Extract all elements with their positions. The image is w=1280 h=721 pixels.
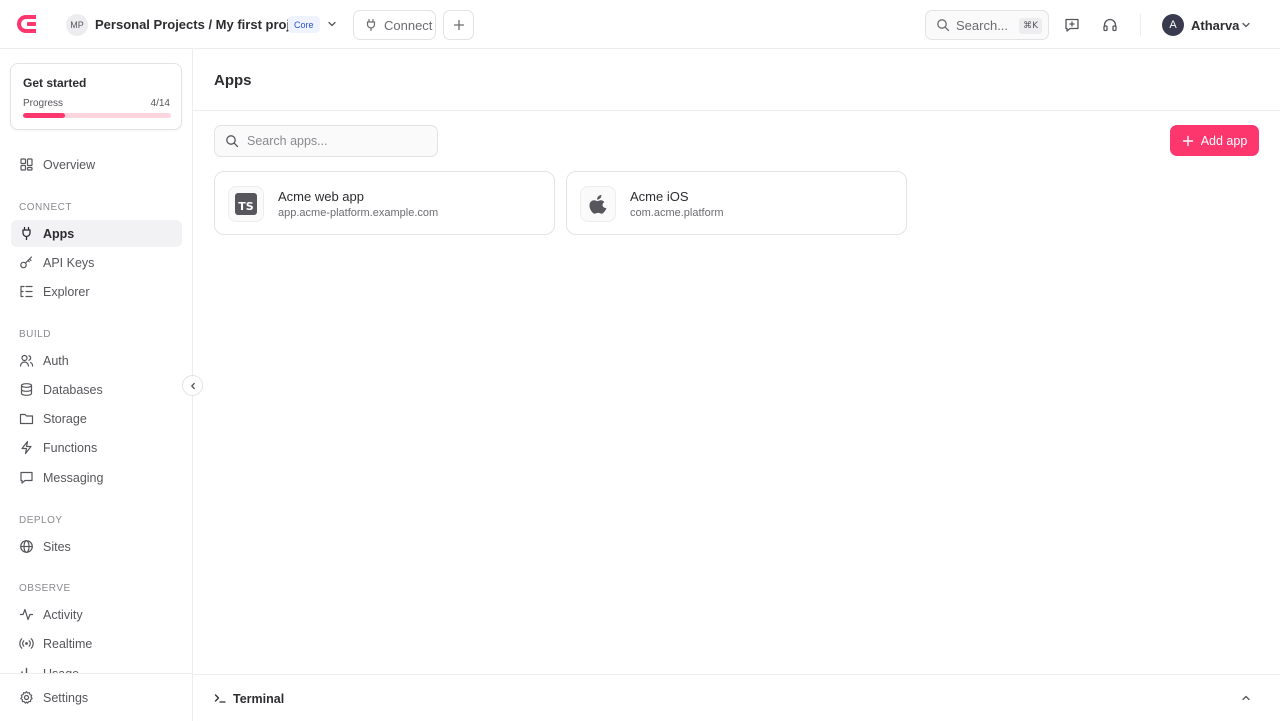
sidebar-item-databases[interactable]: Databases xyxy=(11,376,182,403)
global-search-button[interactable]: Search... ⌘K xyxy=(925,10,1049,40)
app-platform-badge xyxy=(580,186,616,222)
plus-icon xyxy=(453,19,464,31)
sidebar-item-settings[interactable]: Settings xyxy=(11,684,182,711)
folder-icon xyxy=(19,413,34,425)
gear-icon xyxy=(20,690,33,704)
page-title: Apps xyxy=(214,72,252,89)
sidebar-item-overview[interactable]: Overview xyxy=(11,151,182,178)
search-icon xyxy=(226,135,239,148)
project-breadcrumb[interactable]: Personal Projects / My first project xyxy=(95,17,309,32)
progress-label: Progress xyxy=(23,98,64,109)
sidebar-item-activity[interactable]: Activity xyxy=(11,601,182,628)
add-button[interactable] xyxy=(443,10,474,40)
app-card[interactable]: Acme iOS com.acme.platform xyxy=(566,171,907,235)
app-search-input[interactable] xyxy=(247,134,417,148)
apple-icon xyxy=(589,195,607,214)
sidebar-item-label: Databases xyxy=(43,382,103,397)
sidebar-item-functions[interactable]: Functions xyxy=(11,434,182,461)
search-shortcut: ⌘K xyxy=(1019,18,1042,34)
sidebar-item-label: Apps xyxy=(43,226,75,241)
key-icon xyxy=(20,256,33,269)
chevron-left-icon xyxy=(190,382,195,389)
main-content: Apps Add app TS Acme web app app.acme-pl… xyxy=(193,49,1280,673)
get-started-title: Get started xyxy=(23,76,87,90)
global-search-label: Search... xyxy=(956,17,1009,33)
sidebar-item-label: Storage xyxy=(43,411,87,426)
list-tree-icon xyxy=(20,285,33,298)
top-bar: MP Personal Projects / My first project … xyxy=(0,0,1280,49)
sidebar-item-label: Auth xyxy=(43,353,69,368)
search-icon xyxy=(937,19,950,32)
sidebar-item-label: API Keys xyxy=(43,255,95,270)
sidebar-item-label: Sites xyxy=(43,539,71,554)
user-avatar[interactable]: A xyxy=(1162,14,1184,36)
activity-icon xyxy=(19,608,34,621)
section-deploy: DEPLOY xyxy=(19,515,63,526)
terminal-label: Terminal xyxy=(233,692,285,706)
sidebar-item-auth[interactable]: Auth xyxy=(11,347,182,374)
database-icon xyxy=(20,383,33,396)
sidebar-item-apps[interactable]: Apps xyxy=(11,220,182,247)
sidebar-item-api-keys[interactable]: API Keys xyxy=(11,249,182,276)
svg-text:TS: TS xyxy=(238,200,254,213)
progress-bar xyxy=(23,113,171,118)
sidebar-item-explorer[interactable]: Explorer xyxy=(11,278,182,305)
plug-icon xyxy=(22,226,31,241)
page-header: Apps xyxy=(193,49,1280,111)
progress-bar-fill xyxy=(23,113,66,118)
app-name: Acme web app xyxy=(278,189,364,204)
feedback-icon[interactable] xyxy=(1063,16,1081,34)
get-started-card[interactable]: Get started Progress 4/14 xyxy=(10,63,182,130)
add-app-label: Add app xyxy=(1200,133,1248,148)
tier-badge: Core xyxy=(288,16,320,33)
message-icon xyxy=(20,471,33,484)
brand-logo-icon[interactable] xyxy=(14,13,38,35)
sidebar-item-label: Activity xyxy=(43,607,83,622)
sidebar-item-storage[interactable]: Storage xyxy=(11,405,182,432)
plus-icon xyxy=(1182,135,1193,146)
sidebar-item-messaging[interactable]: Messaging xyxy=(11,464,182,491)
connect-label: Connect xyxy=(384,17,433,33)
progress-count: 4/14 xyxy=(150,98,170,109)
section-build: BUILD xyxy=(19,329,51,340)
terminal-panel[interactable]: Terminal xyxy=(193,674,1280,721)
topbar-divider xyxy=(1140,14,1141,36)
connect-button[interactable]: Connect xyxy=(353,10,436,40)
sidebar-item-label: Explorer xyxy=(43,284,90,299)
sidebar-item-label: Functions xyxy=(43,440,98,455)
app-platform-badge: TS xyxy=(228,186,264,222)
lightning-icon xyxy=(21,440,32,455)
terminal-icon xyxy=(214,694,226,703)
collapse-sidebar-button[interactable] xyxy=(182,375,203,396)
plug-icon xyxy=(366,18,376,32)
app-search-box[interactable] xyxy=(214,125,438,157)
app-card[interactable]: TS Acme web app app.acme-platform.exampl… xyxy=(214,171,555,235)
sidebar-item-label: Messaging xyxy=(43,470,104,485)
sidebar-item-label: Overview xyxy=(43,157,96,172)
project-switcher-chevron-down-icon[interactable] xyxy=(326,18,338,30)
sidebar-footer: Settings xyxy=(0,673,192,721)
add-app-button[interactable]: Add app xyxy=(1170,125,1259,156)
support-headset-icon[interactable] xyxy=(1101,16,1119,34)
section-observe: OBSERVE xyxy=(19,583,71,594)
typescript-icon: TS xyxy=(235,193,257,215)
sidebar-item-sites[interactable]: Sites xyxy=(11,533,182,560)
broadcast-icon xyxy=(19,638,34,649)
user-menu-chevron-down-icon[interactable] xyxy=(1240,19,1252,31)
sidebar-item-label: Realtime xyxy=(43,636,93,651)
sidebar-item-realtime[interactable]: Realtime xyxy=(11,630,182,657)
grid-icon xyxy=(20,158,33,171)
expand-terminal-chevron-up-icon[interactable] xyxy=(1240,692,1252,704)
app-name: Acme iOS xyxy=(630,189,689,204)
org-avatar[interactable]: MP xyxy=(66,14,88,36)
globe-icon xyxy=(20,540,33,553)
users-icon xyxy=(19,354,34,367)
sidebar-item-label: Settings xyxy=(43,690,89,705)
sidebar: Get started Progress 4/14 Overview CONNE… xyxy=(0,49,193,721)
user-name[interactable]: Atharva xyxy=(1191,18,1239,33)
app-identifier: com.acme.platform xyxy=(630,207,724,219)
section-connect: CONNECT xyxy=(19,202,72,213)
app-identifier: app.acme-platform.example.com xyxy=(278,207,439,219)
